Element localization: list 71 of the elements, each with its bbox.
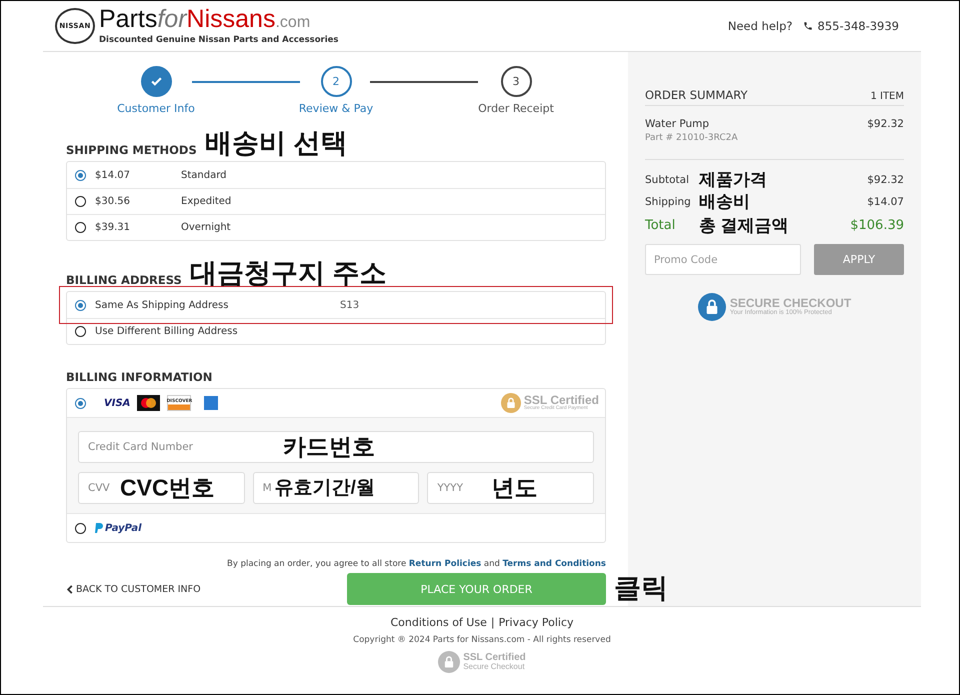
item-count: 1 ITEM	[870, 91, 904, 102]
shipping-price: $39.31	[95, 222, 131, 233]
annotation: 제품가격	[699, 171, 767, 188]
shipping-name: Expedited	[181, 196, 232, 207]
step-label[interactable]: Order Receipt	[478, 102, 554, 115]
address-option: Same As Shipping Address	[95, 300, 228, 310]
help-label: Need help?	[728, 19, 793, 33]
terms-link[interactable]: Terms and Conditions	[502, 559, 606, 569]
radio-button[interactable]	[75, 522, 86, 534]
amex-icon	[204, 396, 218, 410]
mastercard-icon	[137, 395, 160, 411]
ssl-title: SSL Certified	[463, 652, 526, 663]
step-label[interactable]: Review & Pay	[298, 102, 374, 115]
radio-button[interactable]	[75, 300, 86, 310]
footer-link[interactable]: Privacy Policy	[498, 616, 574, 629]
address-detail: S13	[340, 300, 360, 310]
tagline: Discounted Genuine Nissan Parts and Accessories	[99, 35, 338, 45]
phone-icon	[802, 21, 813, 31]
shipping-price: $14.07	[95, 170, 131, 180]
shipping-name: Standard	[181, 170, 226, 180]
total-label: Total	[645, 218, 676, 232]
lock-icon	[500, 393, 521, 413]
step-number: 3	[500, 66, 532, 97]
annotation: 년도	[491, 476, 538, 500]
step-number: 2	[320, 66, 352, 97]
item-name: Water Pump	[645, 118, 710, 130]
part-number: Part # 21010-3RC2A	[645, 133, 738, 143]
address-option: Use Different Billing Address	[95, 326, 238, 337]
separator: |	[490, 616, 495, 629]
shipping-price: $30.56	[95, 196, 131, 207]
brand-logo[interactable]: PartsforNissans.com	[99, 7, 338, 35]
paypal-logo: PayPal	[95, 522, 142, 534]
step-label[interactable]: Customer Info	[117, 102, 195, 115]
radio-button[interactable]	[75, 326, 86, 337]
annotation: 클릭	[614, 575, 668, 602]
total-value: $14.07	[867, 196, 904, 208]
radio-button[interactable]	[75, 196, 86, 207]
total-label: Shipping	[645, 196, 692, 208]
summary-title: ORDER SUMMARY	[645, 88, 748, 102]
annotation: 배송비	[699, 193, 750, 210]
radio-button[interactable]	[75, 222, 86, 233]
radio-button[interactable]	[75, 398, 86, 408]
annotation: CVC번호	[120, 476, 215, 500]
copyright: Copyright ® 2024 Parts for Nissans.com - All rights reserved	[353, 635, 611, 645]
annotation: 배송비 선택	[204, 130, 348, 157]
lock-icon	[438, 651, 460, 673]
annotation: 유효기간/월	[274, 478, 375, 498]
section-heading: SHIPPING METHODS	[66, 143, 197, 157]
total-value: $92.32	[867, 174, 904, 186]
annotation: 카드번호	[283, 436, 375, 458]
visa-logo: VISA	[104, 398, 130, 408]
promo-code-field[interactable]: Promo Code	[645, 244, 801, 275]
annotation: 대금청구지 주소	[190, 260, 386, 287]
section-heading: BILLING ADDRESS	[66, 273, 182, 287]
chevron-icon	[66, 584, 74, 594]
lock-icon	[698, 293, 726, 321]
section-heading: BILLING INFORMATION	[66, 370, 212, 384]
footer-link[interactable]: Conditions of Use	[390, 616, 487, 629]
annotation: 총 결제금액	[699, 216, 789, 234]
return-policies-link[interactable]: Return Policies	[408, 559, 482, 569]
radio-button[interactable]	[75, 170, 86, 180]
ssl-title: SSL Certified	[524, 394, 599, 406]
phone-link[interactable]: 855-348-3939	[818, 19, 899, 33]
secure-title: SECURE CHECKOUT	[730, 297, 852, 310]
total-value: $106.39	[850, 218, 904, 232]
item-price: $92.32	[867, 118, 904, 132]
shipping-name: Overnight	[181, 222, 231, 233]
ssl-subtitle: Secure Checkout	[463, 662, 525, 672]
agreement-text: By placing an order, you agree to all store Return Policies and Terms and Conditions	[227, 559, 606, 569]
total-label: Subtotal	[645, 174, 690, 186]
back-link[interactable]: BACK TO CUSTOMER INFO	[66, 584, 201, 594]
